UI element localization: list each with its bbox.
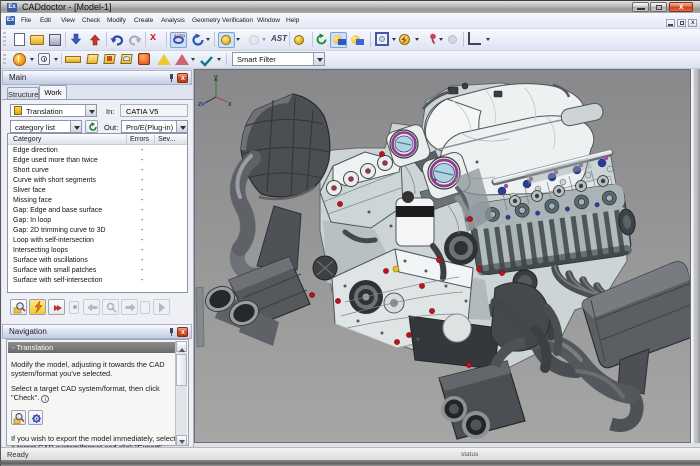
svg-text:z: z [198,101,202,108]
svg-text:y: y [214,74,218,81]
svg-text:x: x [228,101,232,108]
